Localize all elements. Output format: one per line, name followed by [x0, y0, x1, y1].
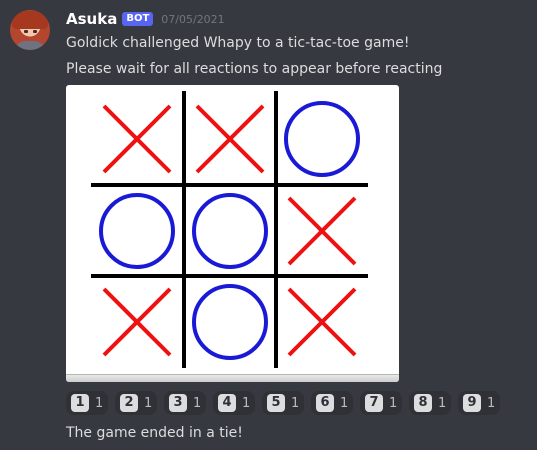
author-username[interactable]: Asuka [66, 10, 117, 28]
reaction-keycap-8[interactable]: 8 1 [409, 391, 451, 415]
cell-8-o-mark [192, 284, 268, 360]
keycap-5-icon: 5 [267, 394, 285, 412]
reaction-count: 1 [144, 395, 153, 411]
tic-tac-toe-board-image[interactable] [66, 85, 399, 382]
keycap-7-icon: 7 [365, 394, 383, 412]
reaction-keycap-9[interactable]: 9 1 [458, 391, 500, 415]
cell-3-o-mark [284, 101, 360, 177]
reaction-keycap-6[interactable]: 6 1 [311, 391, 353, 415]
keycap-3-icon: 3 [169, 394, 187, 412]
reaction-count: 1 [193, 395, 202, 411]
keycap-9-icon: 9 [463, 394, 481, 412]
reaction-count: 1 [95, 395, 104, 411]
keycap-1-icon: 1 [71, 394, 89, 412]
reaction-keycap-4[interactable]: 4 1 [213, 391, 255, 415]
reaction-count: 1 [291, 395, 300, 411]
embed-image-bottom-edge [66, 374, 399, 382]
reaction-count: 1 [389, 395, 398, 411]
chat-message: Asuka BOT 07/05/2021 Goldick challenged … [0, 0, 537, 450]
avatar-eye-left [24, 30, 28, 33]
message-header: Asuka BOT 07/05/2021 [66, 9, 225, 29]
keycap-6-icon: 6 [316, 394, 334, 412]
avatar-hair [12, 11, 48, 29]
cell-5-o-mark [192, 193, 268, 269]
game-result-text: The game ended in a tie! [66, 425, 243, 441]
tic-tac-toe-board [91, 91, 368, 368]
message-line-instructions: Please wait for all reactions to appear … [66, 61, 443, 77]
keycap-8-icon: 8 [414, 394, 432, 412]
reaction-count: 1 [340, 395, 349, 411]
avatar-eye-right [33, 30, 37, 33]
message-timestamp: 07/05/2021 [161, 12, 225, 26]
message-line-challenge: Goldick challenged Whapy to a tic-tac-to… [66, 35, 410, 51]
cell-4-o-mark [99, 193, 175, 269]
keycap-4-icon: 4 [218, 394, 236, 412]
reaction-count: 1 [242, 395, 251, 411]
reaction-keycap-2[interactable]: 2 1 [115, 391, 157, 415]
keycap-2-icon: 2 [120, 394, 138, 412]
reaction-keycap-3[interactable]: 3 1 [164, 391, 206, 415]
bot-tag: BOT [122, 12, 154, 26]
avatar-shirt [14, 41, 46, 50]
reaction-keycap-5[interactable]: 5 1 [262, 391, 304, 415]
reaction-keycap-1[interactable]: 1 1 [66, 391, 108, 415]
reaction-keycap-7[interactable]: 7 1 [360, 391, 402, 415]
reaction-count: 1 [487, 395, 496, 411]
author-avatar[interactable] [10, 10, 50, 50]
reaction-count: 1 [438, 395, 447, 411]
